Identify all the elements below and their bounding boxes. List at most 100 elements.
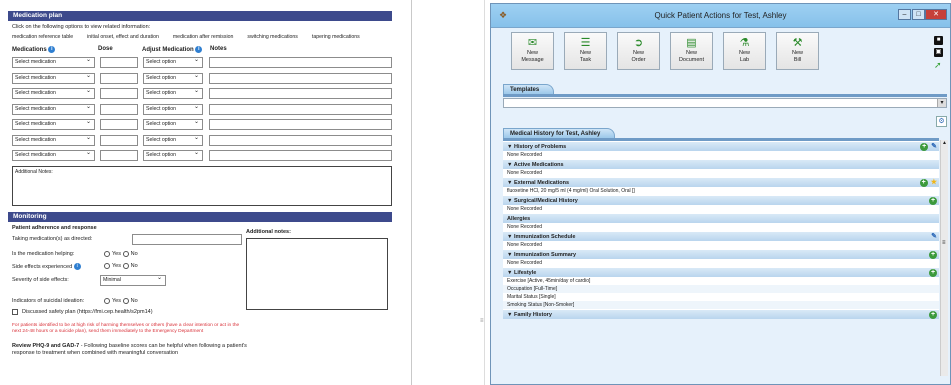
templates-panel: Templates ▾ ⚙ [503, 84, 947, 127]
additional-notes-2-box[interactable] [246, 237, 388, 310]
dose-input[interactable] [100, 134, 138, 146]
medication-select[interactable]: Select medication [12, 103, 95, 115]
taking-input[interactable] [132, 233, 242, 245]
templates-tab[interactable]: Templates [503, 84, 555, 94]
add-icon[interactable]: + [929, 197, 937, 205]
notes-input[interactable] [209, 103, 392, 115]
new-order-button[interactable]: ➲ New Order [617, 32, 660, 70]
monitor-icon[interactable]: ▣ [934, 48, 943, 57]
notes-input[interactable] [209, 88, 392, 100]
adjust-select[interactable]: Select option [143, 118, 203, 131]
section-title: Family History [513, 312, 552, 318]
notes-input[interactable] [209, 119, 392, 131]
section-entry: Smoking Status [Non-Smoker] [503, 301, 939, 309]
info-icon[interactable]: i [195, 46, 203, 53]
add-icon[interactable]: + [929, 251, 937, 259]
history-tab[interactable]: Medical History for Test, Ashley [503, 128, 616, 138]
scroll-grip-icon[interactable]: ≡ [942, 240, 946, 246]
adjust-select[interactable]: Select option [143, 103, 203, 115]
additional-notes-box[interactable]: Additional Notes: [12, 165, 392, 206]
suicidal-yes-radio[interactable] [104, 297, 110, 304]
pin-icon[interactable]: ➚ [934, 60, 944, 71]
section-header[interactable]: ▼ External Medications + ★ [503, 177, 939, 187]
dropdown-arrow-icon[interactable]: ▾ [937, 99, 946, 107]
maximize-button[interactable]: □ [912, 9, 925, 20]
notes-input[interactable] [209, 57, 392, 69]
new-message-button[interactable]: ✉ New Message [511, 32, 554, 70]
minimize-button[interactable]: – [898, 9, 911, 20]
section-header[interactable]: ▼ History of Problems + ✎ [503, 141, 939, 151]
safety-plan-checkbox[interactable] [12, 308, 18, 315]
dose-input[interactable] [100, 88, 138, 100]
side-no-radio[interactable] [122, 263, 129, 270]
new-bill-button[interactable]: ⚒ New Bill [776, 32, 819, 70]
settings-icon[interactable]: ⚙ [936, 116, 947, 127]
adjust-select[interactable]: Select option [143, 56, 203, 69]
additional-notes-2-label: Additional notes: [246, 228, 291, 235]
section-header[interactable]: ▼ Active Medications [503, 159, 939, 169]
medication-select[interactable]: Select medication [12, 56, 95, 69]
suicidal-no-radio[interactable] [122, 297, 129, 304]
medication-select[interactable]: Select medication [12, 72, 95, 84]
medication-row: Select medication Select option [12, 87, 392, 100]
window-icon[interactable]: ■ [934, 36, 943, 45]
side-yes-radio[interactable] [104, 263, 110, 270]
dose-input[interactable] [100, 103, 138, 115]
section-header[interactable]: ▼ Immunization Summary + [503, 249, 939, 259]
edit-icon[interactable]: ✎ [931, 233, 937, 241]
link-reference-table[interactable]: medication reference table [12, 34, 73, 40]
section-title: Allergies [507, 216, 531, 222]
monitoring-header: Monitoring [8, 211, 392, 222]
helping-yes-radio[interactable] [104, 250, 110, 257]
edit-icon[interactable]: ✎ [931, 143, 937, 151]
notes-input[interactable] [209, 134, 392, 146]
add-icon[interactable]: + [929, 269, 937, 277]
star-icon[interactable]: ★ [931, 179, 937, 187]
section-header[interactable]: ▼ Surgical/Medical History + [503, 195, 939, 205]
new-task-button[interactable]: ☰ New Task [564, 32, 607, 70]
helping-no-radio[interactable] [122, 250, 129, 257]
info-icon[interactable]: i [48, 46, 56, 53]
adjust-select[interactable]: Select option [143, 72, 203, 84]
splitter-grip[interactable]: ≡ [480, 318, 484, 324]
templates-select[interactable]: ▾ [503, 98, 947, 108]
medication-select[interactable]: Select medication [12, 134, 95, 146]
section-header[interactable]: ▼ Lifestyle + [503, 267, 939, 277]
add-icon[interactable]: + [919, 179, 928, 187]
add-icon[interactable]: + [920, 143, 929, 151]
title-bar: ❖ Quick Patient Actions for Test, Ashley… [491, 4, 950, 28]
dose-input[interactable] [100, 57, 138, 69]
scroll-up-icon[interactable]: ▲ [941, 140, 948, 146]
medication-select[interactable]: Select medication [12, 87, 95, 100]
dose-input[interactable] [100, 150, 138, 162]
button-label-2: Order [631, 56, 646, 63]
section-header[interactable]: Allergies [503, 213, 939, 223]
severity-select[interactable]: Minimal [100, 274, 166, 286]
medication-plan-header: Medication plan [8, 11, 392, 21]
window-title: Quick Patient Actions for Test, Ashley [654, 11, 787, 20]
medication-select[interactable]: Select medication [12, 149, 95, 162]
info-icon[interactable]: i [73, 262, 81, 270]
new-lab-button[interactable]: ⚗ New Lab [723, 32, 766, 70]
section-header[interactable]: ▼ Family History + [503, 309, 939, 319]
dose-input[interactable] [100, 72, 138, 84]
link-initial-onset[interactable]: initial onset, effect and duration [87, 34, 159, 40]
add-icon[interactable]: + [929, 311, 937, 319]
adjust-select[interactable]: Select option [143, 149, 203, 162]
link-after-remission[interactable]: medication after remission [173, 34, 234, 40]
order-icon: ➲ [633, 37, 644, 49]
notes-input[interactable] [209, 150, 392, 162]
new-document-button[interactable]: ▤ New Document [670, 32, 713, 70]
section-header[interactable]: ▼ Immunization Schedule ✎ [503, 231, 939, 241]
medication-select[interactable]: Select medication [12, 118, 95, 131]
notes-input[interactable] [209, 72, 392, 84]
dose-input[interactable] [100, 119, 138, 131]
link-switching[interactable]: switching medications [247, 34, 297, 40]
adjust-select[interactable]: Select option [143, 87, 203, 100]
link-tapering[interactable]: tapering medications [312, 34, 360, 40]
medication-row: Select medication Select option [12, 149, 392, 162]
expand-icon: ▼ [507, 312, 514, 318]
adjust-select[interactable]: Select option [143, 134, 203, 146]
close-button[interactable]: ✕ [925, 9, 947, 20]
scrollbar[interactable]: ▲ ≡ [940, 140, 948, 376]
